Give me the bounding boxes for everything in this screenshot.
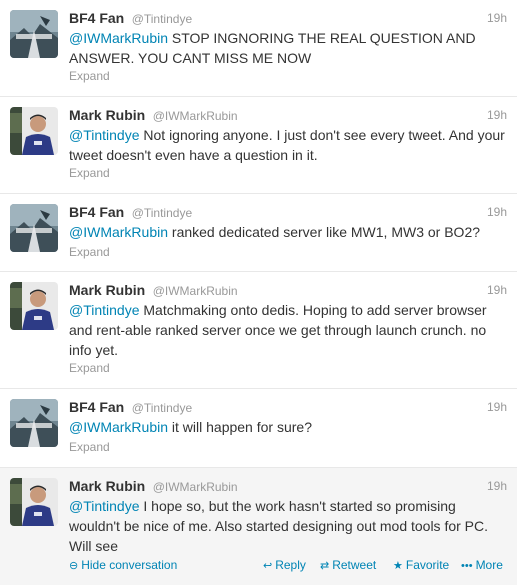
star-icon: ★	[393, 560, 403, 572]
fullname[interactable]: Mark Rubin	[69, 107, 145, 123]
timestamp[interactable]: 19h	[487, 479, 507, 493]
favorite-label: Favorite	[405, 558, 450, 572]
retweet-label: Retweet	[332, 558, 377, 572]
tweet-text: @Tintindye Matchmaking onto dedis. Hopin…	[69, 300, 505, 360]
favorite-button[interactable]: ★ Favorite	[393, 558, 449, 572]
tweet-header: Mark Rubin @IWMarkRubin 19h	[69, 478, 507, 496]
tweet-header: BF4 Fan @Tintindye 19h	[69, 204, 507, 222]
mention-link[interactable]: @IWMarkRubin	[69, 419, 168, 435]
mention-link[interactable]: @IWMarkRubin	[69, 224, 168, 240]
tweet-body: it will happen for sure?	[168, 419, 312, 435]
fullname[interactable]: Mark Rubin	[69, 478, 145, 494]
timestamp[interactable]: 19h	[487, 108, 507, 122]
tweet-header: BF4 Fan @Tintindye 19h	[69, 10, 507, 28]
expand-link[interactable]: Expand	[69, 361, 110, 375]
username[interactable]: @IWMarkRubin	[153, 109, 238, 123]
tweet-text: @Tintindye I hope so, but the work hasn'…	[69, 496, 505, 556]
hide-conversation-label: Hide conversation	[81, 558, 178, 572]
more-button[interactable]: ••• More	[461, 558, 503, 572]
retweet-icon: ⇄	[320, 560, 330, 572]
tweet-body: ranked dedicated server like MW1, MW3 or…	[168, 224, 481, 240]
mention-link[interactable]: @Tintindye	[69, 127, 140, 143]
fullname[interactable]: BF4 Fan	[69, 204, 124, 220]
fullname[interactable]: BF4 Fan	[69, 10, 124, 26]
tweet[interactable]: BF4 Fan @Tintindye 19h @IWMarkRubin STOP…	[0, 0, 517, 97]
fullname[interactable]: BF4 Fan	[69, 399, 124, 415]
expand-link[interactable]: Expand	[69, 245, 110, 259]
tweet-header: Mark Rubin @IWMarkRubin 19h	[69, 282, 507, 300]
reply-label: Reply	[275, 558, 306, 572]
avatar[interactable]	[10, 282, 58, 330]
timestamp[interactable]: 19h	[487, 400, 507, 414]
avatar[interactable]	[10, 399, 58, 447]
reply-button[interactable]: ↩ Reply	[263, 558, 306, 572]
timestamp[interactable]: 19h	[487, 205, 507, 219]
retweet-button[interactable]: ⇄ Retweet	[320, 558, 376, 572]
username[interactable]: @Tintindye	[132, 206, 192, 220]
minus-circle-icon: ⊖	[69, 560, 79, 572]
username[interactable]: @Tintindye	[132, 12, 192, 26]
avatar[interactable]	[10, 10, 58, 58]
timestamp[interactable]: 19h	[487, 283, 507, 297]
tweet[interactable]: Mark Rubin @IWMarkRubin 19h @Tintindye N…	[0, 97, 517, 194]
tweet[interactable]: BF4 Fan @Tintindye 19h @IWMarkRubin rank…	[0, 194, 517, 272]
reply-arrow-icon: ↩	[263, 560, 273, 572]
mention-link[interactable]: @Tintindye	[69, 498, 140, 514]
mention-link[interactable]: @IWMarkRubin	[69, 30, 168, 46]
expand-link[interactable]: Expand	[69, 69, 110, 83]
tweet-header: Mark Rubin @IWMarkRubin 19h	[69, 107, 507, 125]
tweet-text: @IWMarkRubin it will happen for sure?	[69, 417, 505, 437]
username[interactable]: @Tintindye	[132, 401, 192, 415]
tweet-header: BF4 Fan @Tintindye 19h	[69, 399, 507, 417]
username[interactable]: @IWMarkRubin	[153, 284, 238, 298]
dots-icon: •••	[461, 560, 473, 572]
avatar[interactable]	[10, 107, 58, 155]
tweet-text: @IWMarkRubin ranked dedicated server lik…	[69, 222, 505, 242]
more-label: More	[475, 558, 503, 572]
mention-link[interactable]: @Tintindye	[69, 302, 140, 318]
avatar[interactable]	[10, 204, 58, 252]
timestamp[interactable]: 19h	[487, 11, 507, 25]
tweet[interactable]: Mark Rubin @IWMarkRubin 19h @Tintindye M…	[0, 272, 517, 389]
username[interactable]: @IWMarkRubin	[153, 480, 238, 494]
tweet[interactable]: BF4 Fan @Tintindye 19h @IWMarkRubin it w…	[0, 389, 517, 468]
avatar[interactable]	[10, 478, 58, 526]
hide-conversation-button[interactable]: ⊖ Hide conversation	[69, 558, 177, 572]
tweet-text: @IWMarkRubin STOP INGNORING THE REAL QUE…	[69, 28, 505, 68]
tweet-actions: ⊖ Hide conversation ↩ Reply ⇄ Retweet ★ Favo…	[69, 558, 507, 574]
fullname[interactable]: Mark Rubin	[69, 282, 145, 298]
tweet-text: @Tintindye Not ignoring anyone. I just d…	[69, 125, 505, 165]
expand-link[interactable]: Expand	[69, 440, 110, 454]
expand-link[interactable]: Expand	[69, 166, 110, 180]
